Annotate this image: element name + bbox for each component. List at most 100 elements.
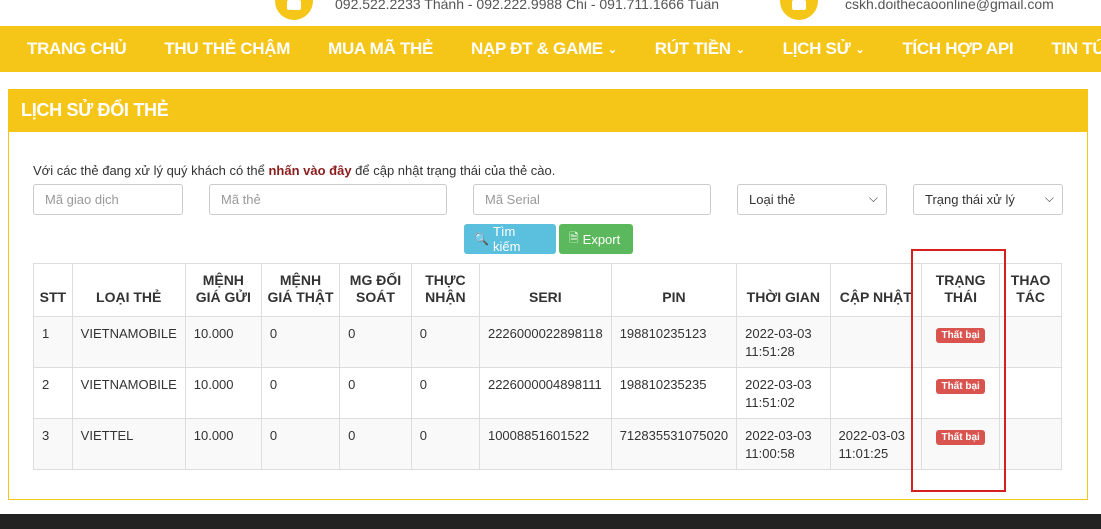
nav-home[interactable]: TRANG CHỦ bbox=[8, 39, 145, 59]
chevron-down-icon: ⌄ bbox=[607, 43, 617, 56]
cell-stt: 3 bbox=[33, 418, 73, 470]
history-table: STT LOẠI THẺ MỆNH GIÁ GỬI MỆNH GIÁ THẬT … bbox=[33, 263, 1062, 470]
cell-card-type: VIETNAMOBILE bbox=[71, 367, 186, 419]
col-stt: STT bbox=[33, 263, 73, 317]
nav-label: LỊCH SỬ bbox=[782, 39, 851, 58]
col-serial: SERI bbox=[478, 263, 612, 317]
col-pin: PIN bbox=[610, 263, 738, 317]
cell-card-type: VIETNAMOBILE bbox=[71, 316, 186, 368]
time-clock: 11:00:58 bbox=[745, 446, 795, 461]
search-button[interactable]: 🔍 Tìm kiếm bbox=[464, 224, 556, 254]
col-updated: CẬP NHẬT bbox=[829, 263, 923, 317]
contact-phones: 092.522.2233 Thành - 092.222.9988 Chi - … bbox=[335, 0, 720, 12]
table-header-row: STT LOẠI THẺ MỆNH GIÁ GỬI MỆNH GIÁ THẬT … bbox=[33, 263, 1062, 317]
card-code-input[interactable]: Mã thẻ bbox=[209, 184, 447, 215]
cell-received: 0 bbox=[410, 418, 480, 470]
cell-actions bbox=[999, 418, 1062, 470]
transaction-id-input[interactable]: Mã giao dịch bbox=[33, 184, 183, 215]
cell-received: 0 bbox=[410, 316, 480, 368]
status-highlight-box bbox=[911, 249, 1006, 492]
cell-reconcile: 0 bbox=[339, 316, 412, 368]
cell-sent-value: 10.000 bbox=[184, 418, 262, 470]
updated-date: 2022-03-03 bbox=[838, 428, 906, 443]
contact-email: cskh.doithecaoonline@gmail.com bbox=[845, 0, 1054, 12]
cell-time: 2022-03-03 11:51:02 bbox=[736, 367, 831, 419]
file-icon: 🗎 bbox=[569, 230, 579, 245]
nav-label: MUA MÃ THẺ bbox=[328, 39, 434, 58]
nav-api[interactable]: TÍCH HỢP API bbox=[883, 39, 1032, 59]
table-row: 3 VIETTEL 10.000 0 0 0 10008851601522 71… bbox=[33, 418, 1062, 470]
footer-bar bbox=[0, 514, 1101, 529]
cell-serial: 2226000022898118 bbox=[478, 316, 612, 368]
panel-title: LỊCH SỬ ĐỔI THẺ bbox=[9, 90, 1087, 132]
nav-label: RÚT TIỀN bbox=[654, 39, 731, 58]
cell-time: 2022-03-03 11:00:58 bbox=[736, 418, 831, 470]
card-type-select[interactable]: Loại thẻ ⌵ bbox=[737, 184, 887, 215]
cell-real-value: 0 bbox=[260, 316, 341, 368]
nav-label: NẠP ĐT & GAME bbox=[471, 39, 603, 58]
export-button[interactable]: 🗎 Export bbox=[559, 224, 633, 254]
chevron-down-icon: ⌵ bbox=[1044, 191, 1054, 205]
search-icon: 🔍 bbox=[474, 232, 489, 246]
nav-news[interactable]: TIN TỨC bbox=[1032, 39, 1101, 59]
time-date: 2022-03-03 bbox=[745, 377, 812, 392]
email-icon bbox=[780, 0, 818, 20]
contact-bar: 092.522.2233 Thành - 092.222.9988 Chi - … bbox=[0, 0, 1101, 26]
export-label: Export bbox=[582, 231, 621, 247]
cell-actions bbox=[999, 367, 1062, 419]
nav-label: TÍCH HỢP API bbox=[902, 39, 1014, 58]
col-sent-value: MỆNH GIÁ GỬI bbox=[184, 263, 262, 317]
cell-updated bbox=[829, 316, 923, 368]
cell-stt: 2 bbox=[33, 367, 73, 419]
refresh-link[interactable]: nhấn vào đây bbox=[268, 163, 351, 178]
cell-sent-value: 10.000 bbox=[184, 367, 262, 419]
col-actions: THAO TÁC bbox=[999, 263, 1062, 317]
cell-real-value: 0 bbox=[260, 367, 341, 419]
time-clock: 11:51:28 bbox=[745, 344, 795, 359]
time-clock: 11:51:02 bbox=[745, 395, 795, 410]
nav-label: TIN TỨC bbox=[1051, 39, 1101, 58]
cell-pin: 198810235123 bbox=[610, 316, 738, 368]
cell-received: 0 bbox=[410, 367, 480, 419]
hint-before: Với các thẻ đang xử lý quý khách có thể bbox=[33, 163, 269, 178]
cell-reconcile: 0 bbox=[339, 367, 412, 419]
col-real-value: MỆNH GIÁ THẬT bbox=[260, 263, 341, 317]
phone-icon bbox=[275, 0, 313, 20]
cell-serial: 2226000004898111 bbox=[478, 367, 612, 419]
cell-updated: 2022-03-03 11:01:25 bbox=[829, 418, 923, 470]
cell-pin: 198810235235 bbox=[610, 367, 738, 419]
serial-input[interactable]: Mã Serial bbox=[473, 184, 711, 215]
nav-label: THU THẺ CHẬM bbox=[164, 39, 291, 58]
col-time: THỜI GIAN bbox=[736, 263, 831, 317]
chevron-down-icon: ⌄ bbox=[735, 43, 745, 56]
cell-time: 2022-03-03 11:51:28 bbox=[736, 316, 831, 368]
table-row: 2 VIETNAMOBILE 10.000 0 0 0 222600000489… bbox=[33, 367, 1062, 419]
nav-label: TRANG CHỦ bbox=[27, 39, 127, 58]
time-date: 2022-03-03 bbox=[745, 428, 812, 443]
col-reconcile: MG ĐỐI SOÁT bbox=[339, 263, 412, 317]
cell-updated bbox=[829, 367, 923, 419]
cell-reconcile: 0 bbox=[339, 418, 412, 470]
cell-card-type: VIETTEL bbox=[71, 418, 186, 470]
card-type-value: Loại thẻ bbox=[749, 192, 796, 207]
hint-text: Với các thẻ đang xử lý quý khách có thể … bbox=[33, 163, 555, 178]
status-value: Trạng thái xử lý bbox=[925, 192, 1015, 207]
hint-after: để cập nhật trạng thái của thẻ cào. bbox=[351, 163, 556, 178]
search-label: Tìm kiếm bbox=[492, 224, 521, 254]
nav-buy-code[interactable]: MUA MÃ THẺ bbox=[309, 39, 452, 59]
col-received: THỰC NHẬN bbox=[410, 263, 480, 317]
nav-history[interactable]: LỊCH SỬ ⌄ bbox=[764, 39, 884, 59]
cell-actions bbox=[999, 316, 1062, 368]
nav-topup[interactable]: NẠP ĐT & GAME ⌄ bbox=[452, 39, 636, 59]
cell-real-value: 0 bbox=[260, 418, 341, 470]
cell-stt: 1 bbox=[33, 316, 73, 368]
cell-serial: 10008851601522 bbox=[478, 418, 612, 470]
status-select[interactable]: Trạng thái xử lý ⌵ bbox=[913, 184, 1063, 215]
nav-withdraw[interactable]: RÚT TIỀN ⌄ bbox=[636, 39, 764, 59]
chevron-down-icon: ⌵ bbox=[868, 191, 878, 205]
table-row: 1 VIETNAMOBILE 10.000 0 0 0 222600002289… bbox=[33, 316, 1062, 368]
nav-slow-card[interactable]: THU THẺ CHẬM bbox=[145, 39, 309, 59]
cell-sent-value: 10.000 bbox=[184, 316, 262, 368]
chevron-down-icon: ⌄ bbox=[855, 43, 865, 56]
cell-pin: 712835531075020 bbox=[610, 418, 738, 470]
